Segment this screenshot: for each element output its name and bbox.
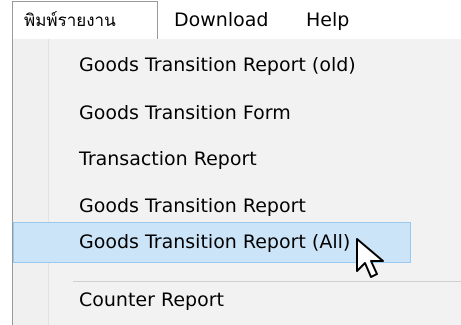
menu-print-reports[interactable]: พิมพ์รายงาน — [12, 1, 158, 39]
dropdown-menu: Goods Transition Report (old) Goods Tran… — [12, 39, 461, 325]
app-window: พิมพ์รายงาน Download Help Goods Transiti… — [0, 0, 461, 325]
menu-download[interactable]: Download — [174, 1, 268, 39]
menu-item-counter-report[interactable]: Counter Report — [16, 280, 416, 321]
menu-item-goods-transition-report-old[interactable]: Goods Transition Report (old) — [16, 45, 416, 86]
menu-item-transaction-report[interactable]: Transaction Report — [16, 139, 416, 180]
menu-help[interactable]: Help — [306, 1, 349, 39]
menu-item-goods-transition-report[interactable]: Goods Transition Report — [16, 186, 416, 227]
menu-bar: พิมพ์รายงาน Download Help — [0, 0, 461, 40]
arrow-cursor-icon — [356, 238, 384, 278]
menu-item-goods-transition-report-all[interactable]: Goods Transition Report (All) — [13, 222, 411, 263]
menu-item-goods-transition-form[interactable]: Goods Transition Form — [16, 93, 416, 134]
